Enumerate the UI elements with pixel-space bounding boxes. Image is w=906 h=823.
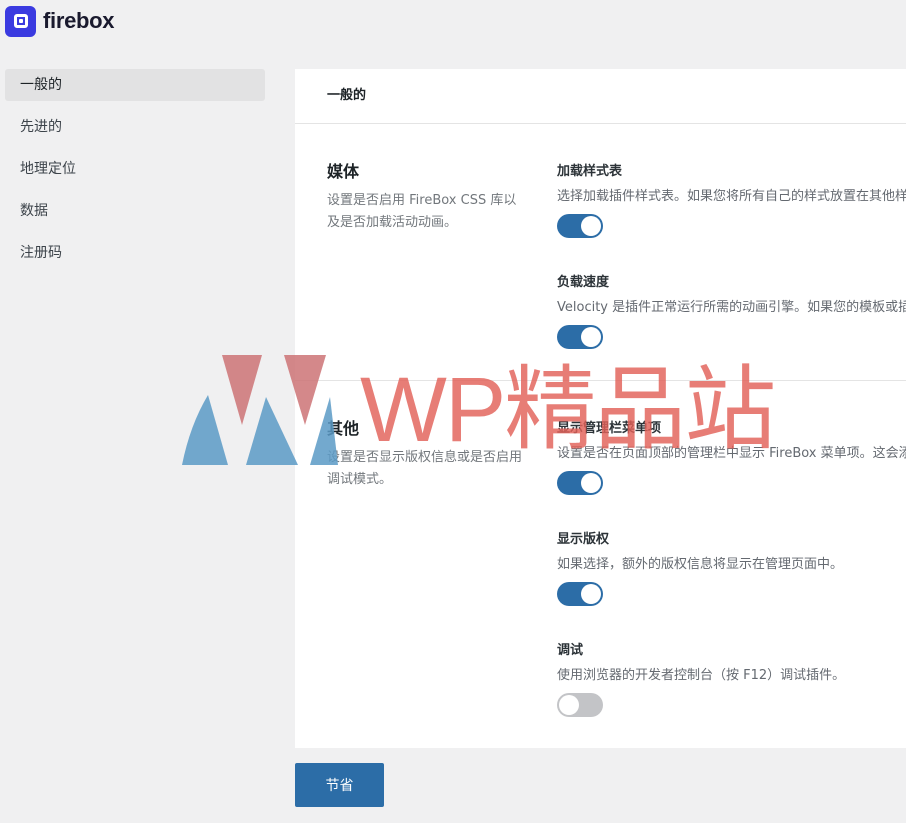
field-description: Velocity 是插件正常运行所需的动画引擎。如果您的模板或插件 <box>557 300 906 315</box>
media-section-info: 媒体 设置是否启用 FireBox CSS 库以及是否加载活动动画。 <box>327 158 527 234</box>
field-admin-bar-menu: 显示管理栏菜单项 设置是否在页面顶部的管理栏中显示 FireBox 菜单项。这会… <box>557 417 906 495</box>
other-section-description: 设置是否显示版权信息或是否启用调试模式。 <box>327 450 523 487</box>
brand[interactable]: firebox <box>5 5 115 37</box>
field-show-copyright: 显示版权 如果选择，额外的版权信息将显示在管理页面中。 <box>557 528 906 606</box>
field-debug: 调试 使用浏览器的开发者控制台（按 F12）调试插件。 <box>557 639 906 717</box>
other-section-info: 其他 设置是否显示版权信息或是否启用调试模式。 <box>327 415 527 491</box>
sidebar-item-license[interactable]: 注册码 <box>5 237 265 269</box>
show-copyright-toggle[interactable] <box>557 582 603 606</box>
field-label: 显示版权 <box>557 532 610 547</box>
media-section-description: 设置是否启用 FireBox CSS 库以及是否加载活动动画。 <box>327 193 517 230</box>
field-description: 设置是否在页面顶部的管理栏中显示 FireBox 菜单项。这会添加 <box>557 446 906 461</box>
sidebar-item-geolocation[interactable]: 地理定位 <box>5 153 265 185</box>
load-stylesheet-toggle[interactable] <box>557 214 603 238</box>
field-description: 使用浏览器的开发者控制台（按 F12）调试插件。 <box>557 668 846 683</box>
sidebar-item-general[interactable]: 一般的 <box>5 69 265 101</box>
save-button[interactable]: 节省 <box>295 763 384 807</box>
settings-panel: 一般的 媒体 设置是否启用 FireBox CSS 库以及是否加载活动动画。 加… <box>295 69 906 748</box>
media-section-title: 媒体 <box>327 162 360 181</box>
firebox-logo-icon <box>5 5 36 37</box>
field-load-velocity: 负载速度 Velocity 是插件正常运行所需的动画引擎。如果您的模板或插件 <box>557 271 906 349</box>
field-label: 负载速度 <box>557 275 610 290</box>
section-divider <box>295 380 906 381</box>
field-description: 选择加载插件样式表。如果您将所有自己的样式放置在其他样式 <box>557 189 906 204</box>
field-load-stylesheet: 加载样式表 选择加载插件样式表。如果您将所有自己的样式放置在其他样式 <box>557 160 906 238</box>
load-velocity-toggle[interactable] <box>557 325 603 349</box>
sidebar: 一般的 先进的 地理定位 数据 注册码 <box>5 69 265 279</box>
sidebar-item-data[interactable]: 数据 <box>5 195 265 227</box>
panel-title: 一般的 <box>295 69 906 124</box>
brand-name: firebox <box>43 8 115 33</box>
field-label: 加载样式表 <box>557 164 623 179</box>
debug-toggle[interactable] <box>557 693 603 717</box>
sidebar-item-advanced[interactable]: 先进的 <box>5 111 265 143</box>
other-section-title: 其他 <box>327 419 360 438</box>
admin-bar-menu-toggle[interactable] <box>557 471 603 495</box>
field-label: 显示管理栏菜单项 <box>557 421 662 436</box>
field-description: 如果选择，额外的版权信息将显示在管理页面中。 <box>557 557 844 572</box>
field-label: 调试 <box>557 643 584 658</box>
